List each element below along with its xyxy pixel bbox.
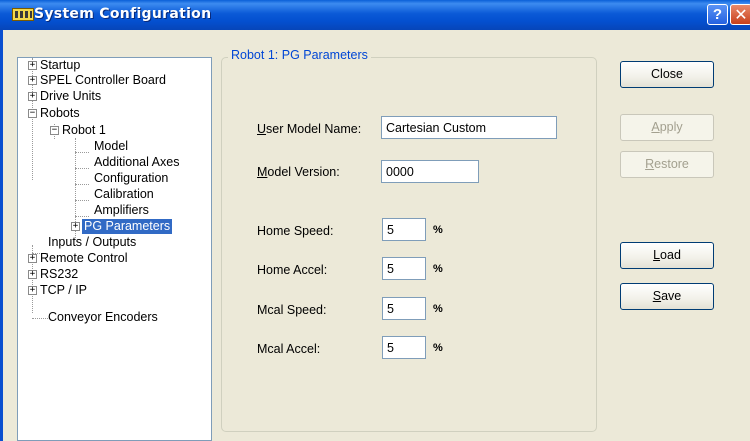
- expand-icon[interactable]: +: [28, 61, 37, 70]
- expand-icon[interactable]: +: [28, 254, 37, 263]
- window-border: [0, 30, 3, 441]
- expand-icon[interactable]: +: [28, 270, 37, 279]
- mcal-speed-input[interactable]: [382, 297, 426, 320]
- home-speed-unit: %: [433, 224, 443, 236]
- window-title: System Configuration: [34, 6, 212, 22]
- user-model-name-label: User Model Name:: [257, 122, 362, 136]
- model-version-input[interactable]: [381, 160, 479, 183]
- app-icon: [12, 8, 34, 21]
- save-button[interactable]: Save: [620, 283, 714, 310]
- restore-button[interactable]: Restore: [620, 151, 714, 178]
- pg-parameters-group: [221, 57, 597, 432]
- expand-icon[interactable]: +: [28, 76, 37, 85]
- group-title: Robot 1: PG Parameters: [228, 48, 371, 62]
- home-accel-label: Home Accel:: [257, 263, 328, 277]
- title-bar[interactable]: System Configuration ? ✕: [0, 0, 750, 30]
- expand-icon[interactable]: +: [28, 92, 37, 101]
- help-button[interactable]: ?: [707, 4, 728, 25]
- model-version-label: Model Version:: [257, 165, 340, 179]
- mcal-accel-input[interactable]: [382, 336, 426, 359]
- mcal-speed-unit: %: [433, 303, 443, 315]
- collapse-icon[interactable]: −: [28, 109, 37, 118]
- mcal-speed-label: Mcal Speed:: [257, 303, 327, 317]
- close-button[interactable]: Close: [620, 61, 714, 88]
- apply-button[interactable]: Apply: [620, 114, 714, 141]
- home-speed-label: Home Speed:: [257, 224, 334, 238]
- config-tree[interactable]: + Startup + SPEL Controller Board + Driv…: [17, 57, 212, 441]
- expand-icon[interactable]: +: [28, 286, 37, 295]
- load-button[interactable]: Load: [620, 242, 714, 269]
- mcal-accel-label: Mcal Accel:: [257, 342, 321, 356]
- expand-icon[interactable]: +: [71, 222, 80, 231]
- collapse-icon[interactable]: −: [50, 126, 59, 135]
- user-model-name-input[interactable]: [381, 116, 557, 139]
- mcal-accel-unit: %: [433, 342, 443, 354]
- home-accel-unit: %: [433, 263, 443, 275]
- home-speed-input[interactable]: [382, 218, 426, 241]
- home-accel-input[interactable]: [382, 257, 426, 280]
- close-window-button[interactable]: ✕: [730, 4, 750, 25]
